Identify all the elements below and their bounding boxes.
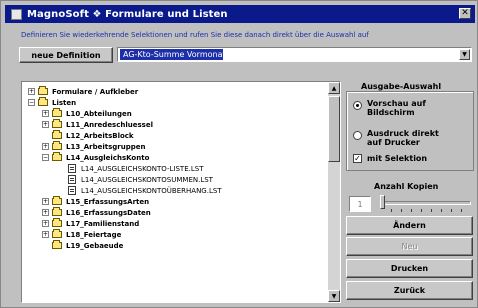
scroll-down-icon[interactable]: ▼	[328, 290, 340, 302]
tree-item[interactable]: L14_AUSGLEICHSKONTOSUMMEN.LST	[68, 174, 213, 185]
slider-tick	[451, 209, 452, 212]
tree-item[interactable]: + L18_Feiertage	[42, 229, 121, 240]
copies-label: Anzahl Kopien	[374, 182, 439, 191]
slider-tick	[391, 209, 392, 212]
instruction-text: Definieren Sie wiederkehrende Selektione…	[21, 31, 369, 39]
tree-item[interactable]: − Listen	[28, 97, 76, 108]
folder-open-icon	[38, 97, 48, 106]
tree-item-label: L14_AUSGLEICHSKONTO-LISTE.LST	[81, 164, 204, 173]
print-option-label[interactable]: Ausdruck direkt auf Drucker	[367, 129, 439, 147]
change-button[interactable]: Ändern	[346, 216, 473, 235]
tree-scrollbar[interactable]: ▲ ▼	[328, 82, 340, 302]
copies-slider-thumb[interactable]	[380, 195, 385, 209]
expand-icon[interactable]: +	[42, 209, 49, 216]
print-line1: Ausdruck direkt	[367, 129, 439, 138]
folder-icon	[52, 108, 62, 117]
expand-icon[interactable]: +	[42, 231, 49, 238]
slider-tick	[441, 209, 442, 212]
folder-icon	[52, 240, 62, 249]
folder-icon	[52, 196, 62, 205]
folder-icon	[38, 86, 48, 95]
preview-line1: Vorschau auf	[367, 99, 426, 108]
preview-radio[interactable]	[353, 101, 362, 110]
tree-item[interactable]: + L17_Familienstand	[42, 218, 139, 229]
tree-item[interactable]: + L11_Anredeschluessel	[42, 119, 153, 130]
app-icon	[11, 8, 22, 20]
title-bar[interactable]: MagnoSoft ❖ Formulare und Listen ✕	[5, 5, 475, 23]
tree-item-label: L14_AUSGLEICHSKONTOÜBERHANG.LST	[81, 186, 222, 195]
close-icon: ✕	[461, 8, 469, 18]
folder-icon	[52, 141, 62, 150]
dropdown-arrow-icon[interactable]: ▼	[459, 49, 470, 60]
folder-open-icon	[52, 152, 62, 161]
preview-option-label[interactable]: Vorschau auf Bildschirm	[367, 99, 426, 117]
preview-line2: Bildschirm	[367, 108, 415, 117]
expand-icon[interactable]: +	[28, 88, 35, 95]
folder-icon	[52, 229, 62, 238]
selection-checkbox-label[interactable]: mit Selektion	[367, 154, 427, 163]
expand-icon[interactable]: +	[42, 220, 49, 227]
collapse-icon[interactable]: −	[28, 99, 35, 106]
tree-item-label: L14_AusgleichsKonto	[66, 153, 150, 162]
tree-view[interactable]: + Formulare / Aufkleber − Listen + L10_Abteil…	[21, 81, 341, 303]
tree-item[interactable]: L12_ArbeitsBlock	[42, 130, 134, 141]
tree-item-label: L12_ArbeitsBlock	[66, 131, 134, 140]
selection-checkbox[interactable]: ✓	[353, 154, 362, 163]
expand-icon[interactable]: +	[42, 121, 49, 128]
copies-slider-track[interactable]	[381, 201, 471, 205]
slider-tick	[411, 209, 412, 212]
expand-icon[interactable]: +	[42, 110, 49, 117]
print-button[interactable]: Drucken	[346, 259, 473, 278]
tree-item[interactable]: + L16_ErfassungsDaten	[42, 207, 151, 218]
tree-item[interactable]: + L13_Arbeitsgruppen	[42, 141, 145, 152]
back-button[interactable]: Zurück	[346, 281, 473, 300]
folder-icon	[52, 218, 62, 227]
copies-field[interactable]: 1	[349, 196, 371, 212]
selection-dropdown[interactable]: AG-Kto-Summe Vormonat ▼	[117, 47, 472, 62]
folder-icon	[52, 207, 62, 216]
slider-tick	[461, 209, 462, 212]
folder-icon	[52, 130, 62, 139]
print-line2: auf Drucker	[367, 138, 420, 147]
window-title: MagnoSoft ❖ Formulare und Listen	[27, 8, 228, 20]
tree-item-label: L10_Abteilungen	[66, 109, 132, 118]
tree-item-label: Listen	[52, 98, 77, 107]
tree-item-label: L13_Arbeitsgruppen	[66, 142, 146, 151]
close-button[interactable]: ✕	[459, 8, 471, 19]
scrollbar-thumb[interactable]	[328, 96, 340, 162]
tree-item[interactable]: − L14_AusgleichsKonto	[42, 152, 149, 163]
slider-tick	[401, 209, 402, 212]
tree-item[interactable]: + L10_Abteilungen	[42, 108, 132, 119]
print-radio[interactable]	[353, 131, 362, 140]
tree-item[interactable]: L19_Gebaeude	[42, 240, 123, 251]
slider-tick	[431, 209, 432, 212]
document-icon	[68, 186, 76, 195]
folder-icon	[52, 119, 62, 128]
tree-item-label: L19_Gebaeude	[66, 241, 124, 250]
tree-item[interactable]: L14_AUSGLEICHSKONTOÜBERHANG.LST	[68, 185, 222, 196]
tree-item-label: L11_Anredeschluessel	[66, 120, 153, 129]
tree-item-label: L15_ErfassungsArten	[66, 197, 150, 206]
document-icon	[68, 175, 76, 184]
expand-icon[interactable]: +	[42, 143, 49, 150]
new-definition-button[interactable]: neue Definition	[19, 47, 113, 63]
collapse-icon[interactable]: −	[42, 154, 49, 161]
tree-item-label: L17_Familienstand	[66, 219, 140, 228]
tree-item-label: L16_ErfassungsDaten	[66, 208, 151, 217]
dialog-window: MagnoSoft ❖ Formulare und Listen ✕ Defin…	[0, 0, 478, 308]
tree-item[interactable]: + Formulare / Aufkleber	[28, 86, 138, 97]
slider-tick	[421, 209, 422, 212]
tree-item[interactable]: L14_AUSGLEICHSKONTO-LISTE.LST	[68, 163, 203, 174]
tree-item-label: L14_AUSGLEICHSKONTOSUMMEN.LST	[81, 175, 213, 184]
tree-item-label: Formulare / Aufkleber	[52, 87, 139, 96]
new-button[interactable]: Neu	[346, 237, 473, 256]
document-icon	[68, 164, 76, 173]
tree-item-label: L18_Feiertage	[66, 230, 122, 239]
tree-item[interactable]: + L15_ErfassungsArten	[42, 196, 149, 207]
expand-icon[interactable]: +	[42, 198, 49, 205]
selection-value: AG-Kto-Summe Vormonat	[120, 49, 226, 60]
scroll-up-icon[interactable]: ▲	[328, 82, 340, 94]
output-group-title: Ausgabe-Auswahl	[359, 82, 444, 91]
